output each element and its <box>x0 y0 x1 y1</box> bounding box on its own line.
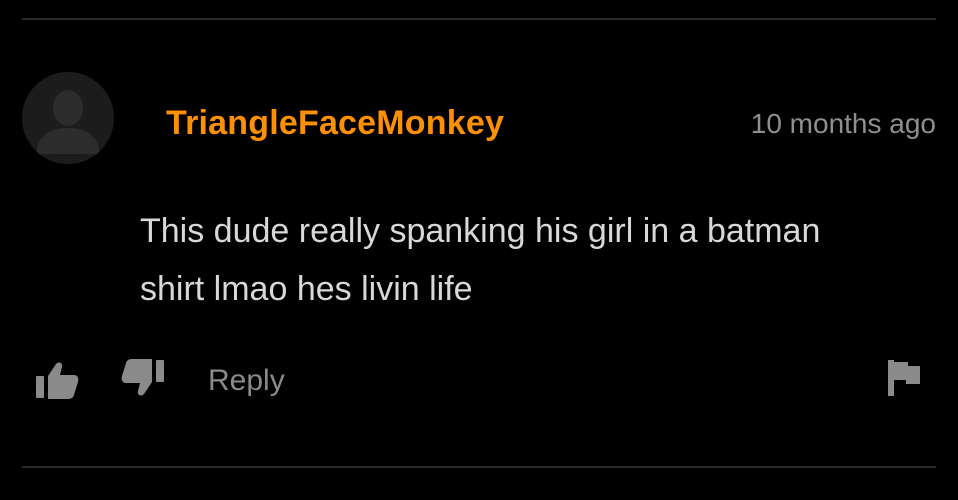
top-divider <box>22 18 936 20</box>
avatar[interactable] <box>22 72 114 164</box>
thumbs-up-icon <box>36 362 79 399</box>
reply-button[interactable]: Reply <box>208 364 285 398</box>
bottom-divider <box>22 466 936 468</box>
flag-icon <box>888 360 920 396</box>
comment-card: TriangleFaceMonkey 10 months ago This du… <box>0 0 958 500</box>
thumbs-down-icon <box>121 359 164 396</box>
username-link[interactable]: TriangleFaceMonkey <box>166 104 504 143</box>
comment-timestamp: 10 months ago <box>750 108 936 139</box>
flag-button[interactable] <box>886 358 922 403</box>
user-silhouette-icon <box>22 72 114 164</box>
comment-body: This dude really spanking his girl in a … <box>140 212 821 308</box>
thumbs-down-button[interactable] <box>120 358 166 403</box>
thumbs-up-button[interactable] <box>34 360 80 405</box>
